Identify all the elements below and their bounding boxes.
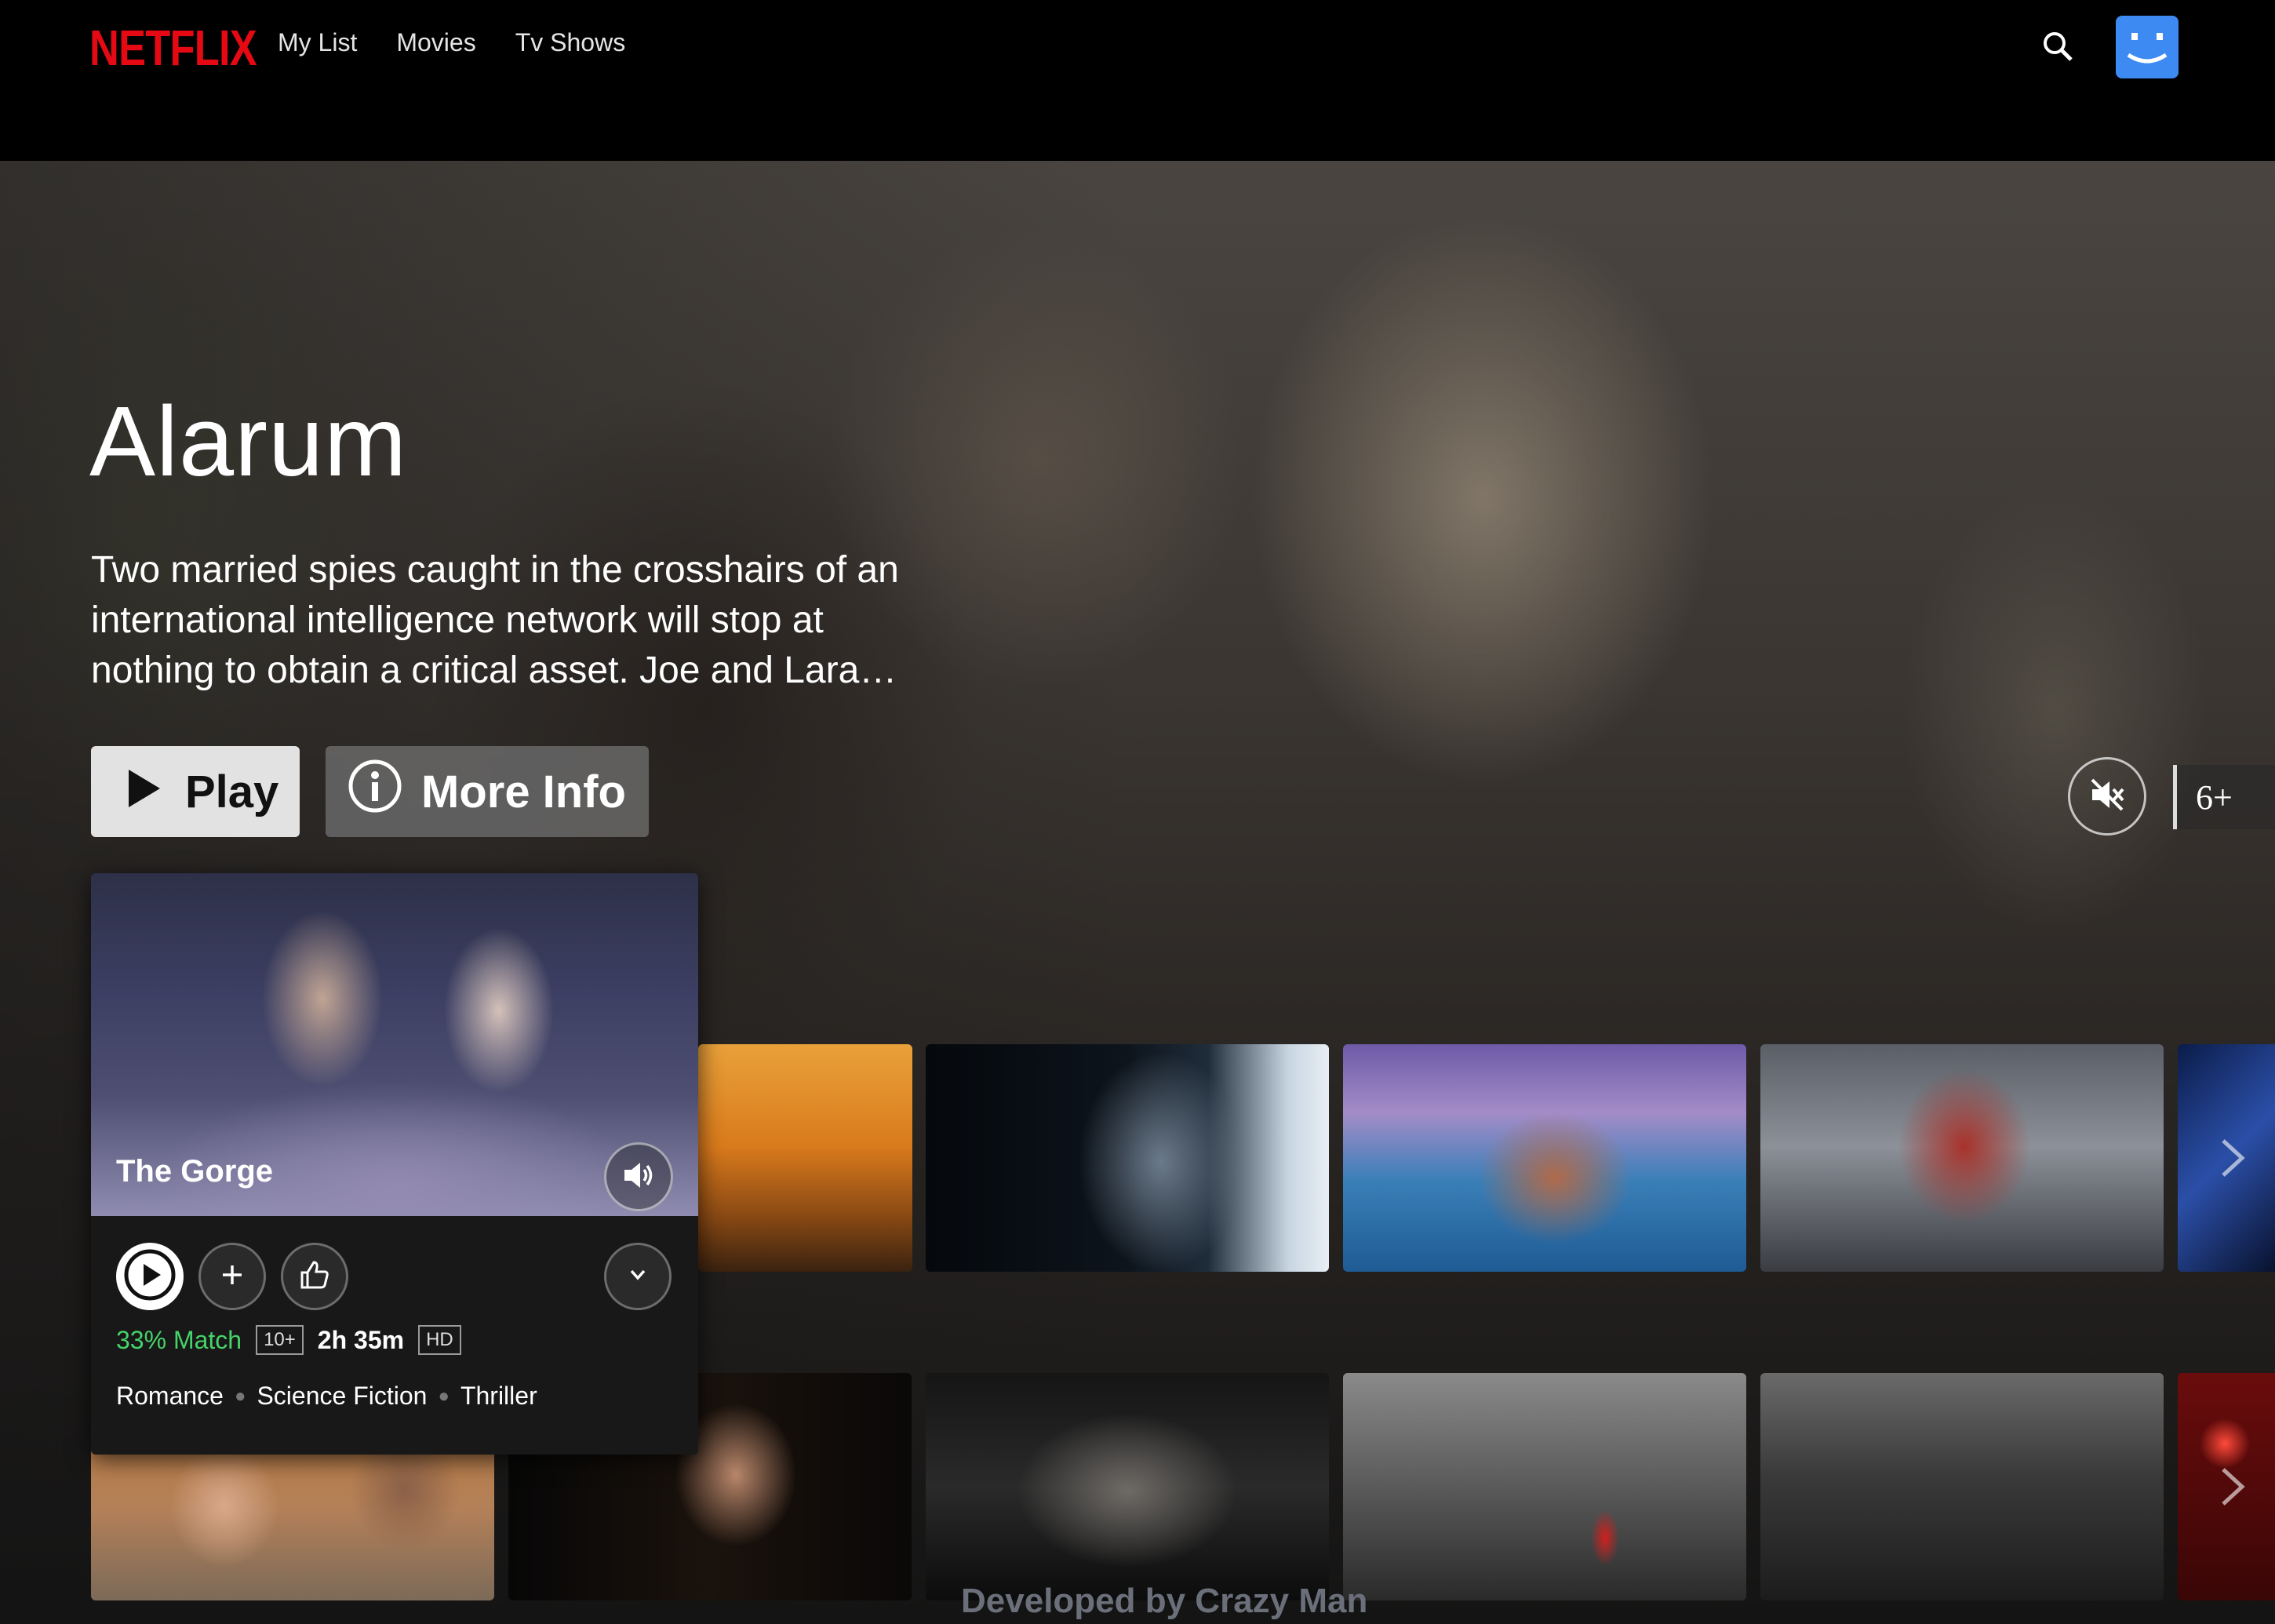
title-card-face[interactable] [926, 1044, 1329, 1272]
thumbs-up-icon [297, 1258, 332, 1296]
footer-credit: Developed by Crazy Man [961, 1582, 1368, 1620]
like-button[interactable] [281, 1243, 348, 1310]
chevron-right-icon[interactable] [2209, 1134, 2256, 1182]
separator-dot: ● [438, 1385, 450, 1407]
maturity-rating-badge: 6+ [2173, 765, 2275, 829]
nav-my-list[interactable]: My List [278, 28, 357, 57]
main-nav: My List Movies Tv Shows [278, 28, 625, 57]
mute-toggle-button[interactable] [2068, 757, 2146, 836]
speaker-icon [621, 1158, 656, 1196]
title-card-godfather-2[interactable] [926, 1373, 1329, 1600]
genre-tag: Romance [116, 1382, 224, 1410]
title-card-12-angry-men[interactable] [1760, 1373, 2164, 1600]
play-icon [129, 766, 160, 818]
genre-tag: Thriller [460, 1382, 537, 1410]
muted-speaker-icon [2089, 777, 2125, 817]
age-rating-badge: 10+ [256, 1325, 304, 1355]
title-card-lion[interactable] [698, 1044, 912, 1272]
plus-icon [217, 1259, 248, 1294]
separator-dot: ● [234, 1385, 246, 1407]
more-info-button-label: More Info [421, 766, 626, 817]
title-card-partial-2[interactable] [2178, 1373, 2275, 1600]
chevron-down-icon [624, 1262, 651, 1292]
match-percentage: 33% Match [116, 1325, 242, 1354]
preview-metadata: 33% Match 10+ 2h 35m HD [116, 1325, 461, 1355]
nav-tv-shows[interactable]: Tv Shows [515, 28, 625, 57]
nav-movies[interactable]: Movies [396, 28, 475, 57]
profile-avatar[interactable] [2116, 16, 2179, 78]
play-button-label: Play [185, 766, 279, 817]
play-icon [116, 1241, 184, 1313]
netflix-logo[interactable]: NETFLIX [89, 19, 257, 77]
preview-play-button[interactable] [116, 1243, 184, 1310]
hero-title: Alarum [89, 386, 408, 497]
preview-card[interactable]: The Gorge 33% Match 10+ 2h 35m HD Romanc… [91, 873, 698, 1455]
quality-badge: HD [418, 1325, 461, 1355]
search-icon[interactable] [2040, 28, 2077, 66]
info-icon [348, 759, 402, 825]
preview-sound-button[interactable] [604, 1142, 673, 1211]
genre-list: Romance ● Science Fiction ● Thriller [116, 1382, 537, 1411]
chevron-right-icon[interactable] [2209, 1463, 2256, 1510]
more-details-button[interactable] [604, 1243, 672, 1310]
title-card-schindler[interactable] [1343, 1373, 1746, 1600]
more-info-button[interactable]: More Info [326, 746, 649, 837]
add-to-list-button[interactable] [198, 1243, 266, 1310]
duration: 2h 35m [317, 1325, 405, 1354]
title-card-hulk[interactable] [1760, 1044, 2164, 1272]
genre-tag: Science Fiction [257, 1382, 428, 1410]
title-card-boat[interactable] [1343, 1044, 1746, 1272]
preview-card-title: The Gorge [116, 1154, 274, 1189]
title-card-partial-1[interactable] [2178, 1044, 2275, 1272]
hero-description: Two married spies caught in the crosshai… [91, 549, 899, 691]
play-button[interactable]: Play [91, 746, 300, 837]
top-navigation-bar: NETFLIX My List Movies Tv Shows [0, 0, 2275, 161]
